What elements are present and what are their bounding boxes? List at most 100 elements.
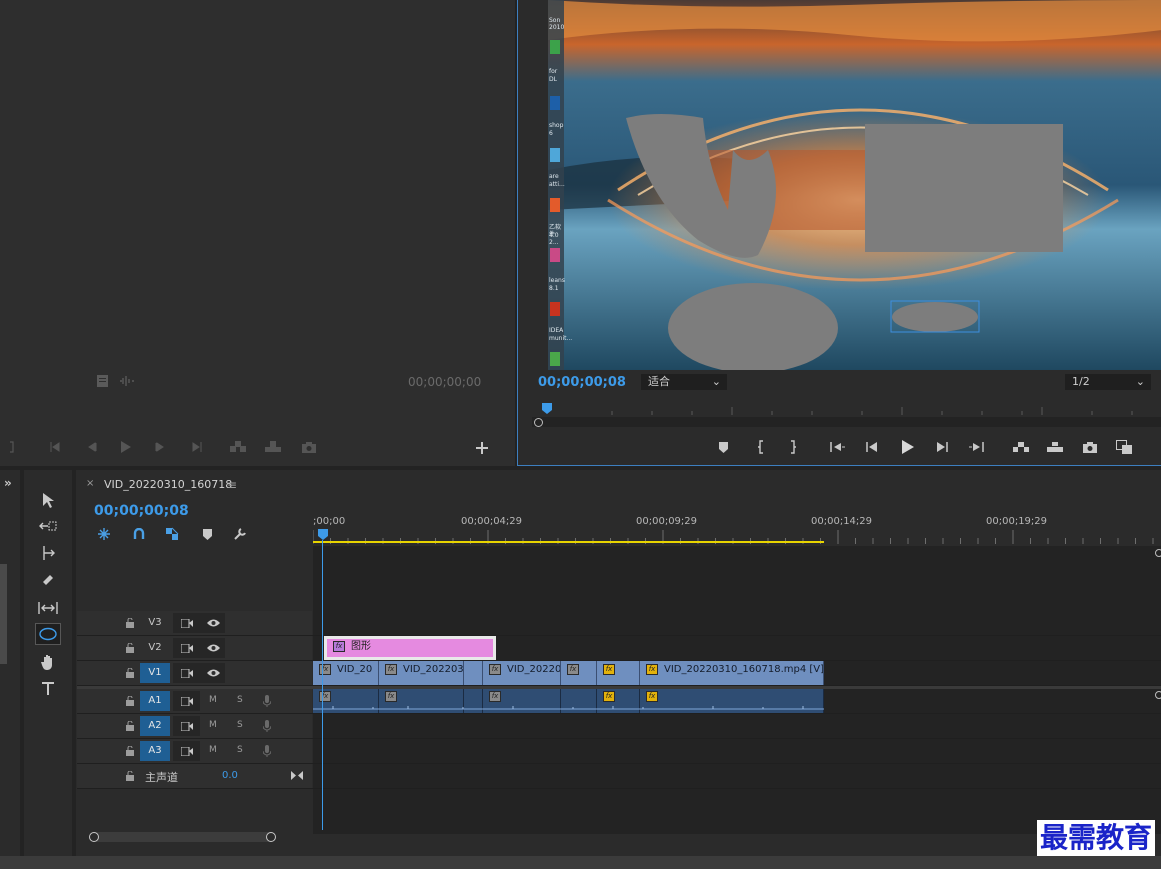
microphone-icon[interactable]	[261, 744, 273, 758]
video-clip[interactable]: fx VID_20220	[483, 661, 561, 685]
expand-panels-icon[interactable]: »	[4, 476, 12, 490]
wrench-settings-icon[interactable]	[232, 526, 248, 542]
lock-icon[interactable]	[125, 617, 135, 629]
lock-icon[interactable]	[125, 720, 135, 732]
track-name[interactable]: V2	[140, 638, 170, 658]
add-button-icon[interactable]	[474, 440, 490, 456]
track-master[interactable]: 主声道 0.0	[77, 764, 1161, 789]
mute-button[interactable]: M	[209, 695, 217, 705]
eye-icon[interactable]	[206, 667, 220, 679]
linked-selection-icon[interactable]	[164, 526, 180, 542]
overwrite-icon[interactable]	[263, 439, 283, 455]
track-name[interactable]: V1	[140, 663, 170, 683]
lock-icon[interactable]	[125, 667, 135, 679]
export-frame-icon[interactable]	[300, 439, 318, 455]
track-v3[interactable]: V3	[77, 611, 1161, 636]
ellipse-tool-icon[interactable]	[35, 623, 61, 645]
toggle-sync-lock-icon[interactable]	[180, 720, 194, 732]
comparison-view-icon[interactable]	[1114, 437, 1134, 457]
track-name[interactable]: A1	[140, 691, 170, 711]
lift-icon[interactable]	[1010, 438, 1032, 456]
selection-tool-icon[interactable]	[38, 490, 58, 510]
track-a3[interactable]: A3 M S	[77, 739, 1161, 764]
mute-button[interactable]: M	[209, 720, 217, 730]
tab-close-icon[interactable]: ×	[86, 478, 94, 489]
toggle-sync-lock-icon[interactable]	[180, 667, 194, 679]
scroll-left-handle[interactable]	[89, 832, 99, 842]
step-back-icon[interactable]	[864, 438, 880, 456]
toggle-sync-lock-icon[interactable]	[180, 642, 194, 654]
scroll-right-handle[interactable]	[266, 832, 276, 842]
source-timecode[interactable]: 00;00;00;00	[408, 375, 481, 389]
video-clip[interactable]: fx VID_202203	[379, 661, 464, 685]
go-to-end-icon[interactable]	[290, 769, 304, 781]
go-to-in-icon[interactable]	[828, 438, 846, 456]
type-tool-icon[interactable]	[38, 679, 58, 699]
program-scroll-track[interactable]	[532, 417, 1161, 427]
timeline-horizontal-scrollbar[interactable]	[90, 832, 275, 842]
timeline-timecode[interactable]: 00;00;00;08	[94, 503, 189, 519]
eye-icon[interactable]	[206, 617, 220, 629]
snap-magnet-icon[interactable]	[131, 526, 147, 542]
zoom-select[interactable]: 适合 ⌄	[641, 374, 727, 390]
go-to-out-icon[interactable]	[186, 439, 204, 455]
slip-tool-icon[interactable]	[38, 598, 58, 618]
insert-icon[interactable]	[228, 439, 248, 455]
mark-out-icon[interactable]	[786, 438, 800, 456]
resolution-select[interactable]: 1/2 ⌄	[1065, 374, 1151, 390]
audio-waveform-icon[interactable]	[118, 374, 136, 388]
track-a2[interactable]: A2 M S	[77, 714, 1161, 739]
go-to-in-icon[interactable]	[48, 439, 66, 455]
panel-scrollbar[interactable]	[0, 564, 7, 664]
lock-icon[interactable]	[125, 770, 135, 782]
toggle-sync-lock-icon[interactable]	[180, 695, 194, 707]
extract-icon[interactable]	[1044, 438, 1066, 456]
solo-button[interactable]: S	[237, 745, 243, 755]
export-frame-icon[interactable]	[1081, 438, 1099, 456]
toggle-sync-lock-icon[interactable]	[180, 745, 194, 757]
step-forward-icon[interactable]	[152, 439, 168, 455]
track-v2[interactable]: V2 fx 图形	[77, 636, 1161, 661]
mark-out-icon[interactable]	[5, 439, 19, 455]
vertical-zoom-handle[interactable]	[1155, 691, 1161, 699]
lock-icon[interactable]	[125, 695, 135, 707]
track-select-tool-icon[interactable]	[38, 516, 58, 536]
insert-nest-icon[interactable]	[96, 526, 112, 542]
lock-icon[interactable]	[125, 642, 135, 654]
mute-button[interactable]: M	[209, 745, 217, 755]
work-area-bar[interactable]	[313, 541, 824, 543]
step-forward-icon[interactable]	[934, 438, 950, 456]
track-a1[interactable]: A1 M S fx fx fx fx fx	[77, 689, 1161, 714]
microphone-icon[interactable]	[261, 719, 273, 733]
razor-tool-icon[interactable]	[38, 570, 58, 590]
tab-menu-icon[interactable]: ≡	[227, 478, 237, 492]
vertical-zoom-handle[interactable]	[1155, 549, 1161, 557]
program-playhead[interactable]	[542, 403, 552, 414]
timeline-playhead-marker[interactable]	[318, 529, 328, 541]
program-mini-ruler[interactable]	[532, 399, 1161, 415]
track-name[interactable]: V3	[140, 613, 170, 633]
microphone-icon[interactable]	[261, 694, 273, 708]
eye-icon[interactable]	[206, 642, 220, 654]
lock-icon[interactable]	[125, 745, 135, 757]
video-clip[interactable]	[464, 661, 483, 685]
program-scroll-handle[interactable]	[534, 418, 543, 427]
add-marker-icon[interactable]	[200, 527, 214, 541]
program-timecode[interactable]: 00;00;00;08	[538, 375, 626, 390]
track-v1[interactable]: V1 fx VID_20 fx VID_202203 fx VID_20220 fx …	[77, 661, 1161, 686]
video-clip[interactable]: fx	[597, 661, 640, 685]
toggle-sync-lock-icon[interactable]	[180, 617, 194, 629]
timeline-tab-title[interactable]: VID_20220310_160718	[104, 478, 232, 491]
track-name[interactable]: A3	[140, 741, 170, 761]
graphic-clip[interactable]: fx 图形	[324, 636, 496, 660]
film-icon[interactable]	[95, 374, 109, 388]
track-name[interactable]: A2	[140, 716, 170, 736]
video-clip[interactable]: fx	[561, 661, 597, 685]
ripple-edit-tool-icon[interactable]	[38, 543, 58, 563]
play-icon[interactable]	[899, 437, 917, 457]
go-to-out-icon[interactable]	[967, 438, 985, 456]
hand-tool-icon[interactable]	[38, 652, 58, 672]
master-volume-value[interactable]: 0.0	[222, 770, 238, 781]
play-icon[interactable]	[117, 438, 135, 456]
add-marker-icon[interactable]	[716, 439, 730, 455]
